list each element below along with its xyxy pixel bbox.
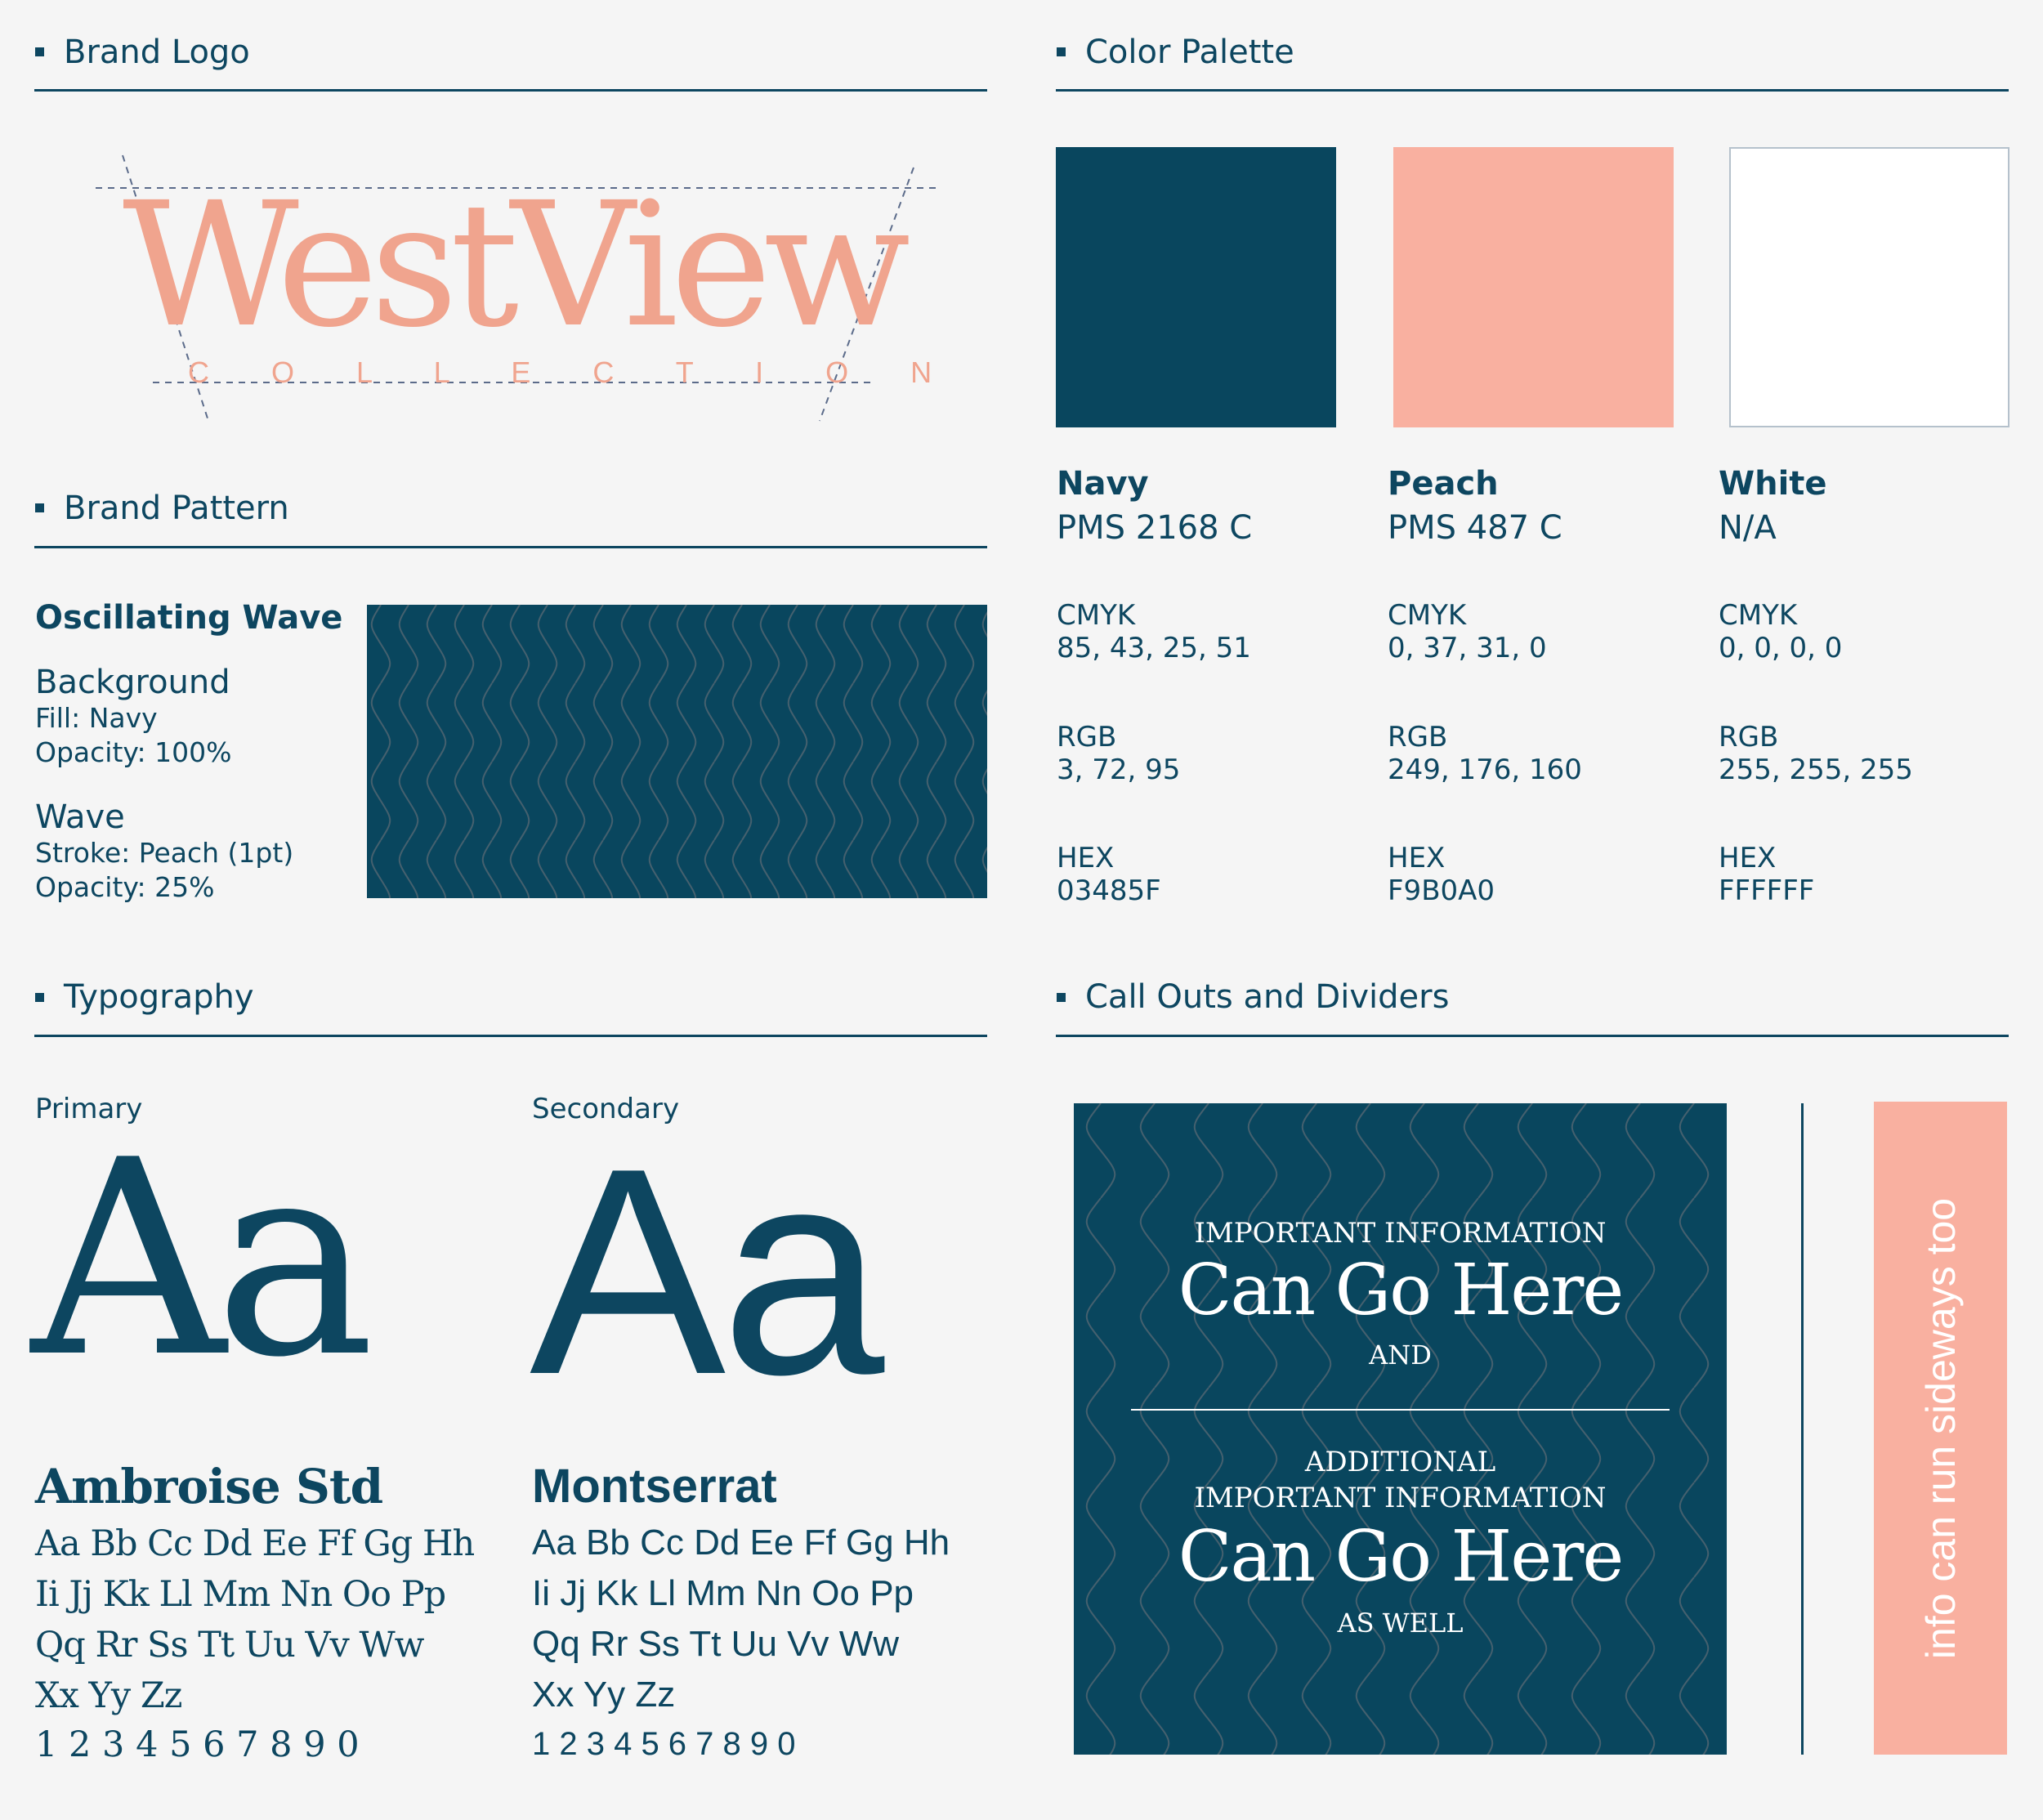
- primary-glyph-row: Xx Yy Zz: [35, 1675, 182, 1716]
- callout-as-well: AS WELL: [1337, 1608, 1464, 1639]
- primary-glyph-row: Aa Bb Cc Dd Ee Ff Gg Hh: [35, 1523, 475, 1564]
- logo-subline: C O L L E C T I O N: [188, 356, 959, 389]
- section-bullet-icon: [35, 503, 44, 512]
- pattern-background-title: Background: [35, 664, 230, 701]
- rgb-label: RGB: [1719, 721, 1779, 753]
- rgb-value: 249, 176, 160: [1388, 753, 1582, 786]
- section-bullet-icon: [35, 993, 44, 1002]
- cmyk-label: CMYK: [1719, 599, 1798, 632]
- vertical-divider: [1801, 1103, 1804, 1755]
- callout-wave-background: [1074, 1103, 1727, 1755]
- primary-font-name: Ambroise Std: [35, 1459, 383, 1514]
- typography-rule: [34, 1035, 987, 1037]
- color-name: Peach: [1388, 465, 1499, 503]
- primary-glyph-row: Qq Rr Ss Tt Uu Vv Ww: [35, 1625, 424, 1666]
- hex-label: HEX: [1057, 842, 1115, 874]
- pattern-wave-opacity: Opacity: 25%: [35, 871, 215, 903]
- color-pms: PMS 487 C: [1388, 509, 1562, 547]
- callout-big2: Can Go Here: [1178, 1516, 1625, 1598]
- hex-value: F9B0A0: [1388, 874, 1495, 907]
- rgb-label: RGB: [1057, 721, 1117, 753]
- cmyk-value: 85, 43, 25, 51: [1057, 632, 1251, 664]
- cmyk-label: CMYK: [1388, 599, 1467, 632]
- primary-sample: Aa: [31, 1102, 375, 1416]
- sideways-callout: info can run sideways too: [1874, 1102, 2007, 1755]
- color-palette-title: Color Palette: [1085, 34, 1294, 71]
- secondary-glyph-row: 1 2 3 4 5 6 7 8 9 0: [532, 1726, 796, 1762]
- color-palette-rule: [1056, 89, 2009, 92]
- callout-divider: [1131, 1409, 1670, 1411]
- cmyk-value: 0, 37, 31, 0: [1388, 632, 1547, 664]
- pattern-name: Oscillating Wave: [35, 599, 343, 637]
- secondary-glyph-row: Qq Rr Ss Tt Uu Vv Ww: [532, 1624, 900, 1664]
- callout-line1: IMPORTANT INFORMATION: [1194, 1217, 1607, 1250]
- cmyk-label: CMYK: [1057, 599, 1136, 632]
- color-name: White: [1719, 465, 1827, 503]
- rgb-value: 3, 72, 95: [1057, 753, 1181, 786]
- callout-line2: ADDITIONAL: [1304, 1446, 1496, 1478]
- pattern-background-opacity: Opacity: 100%: [35, 736, 232, 768]
- callout-line3: IMPORTANT INFORMATION: [1194, 1482, 1607, 1514]
- cmyk-value: 0, 0, 0, 0: [1719, 632, 1843, 664]
- pattern-wave-title: Wave: [35, 798, 125, 836]
- rgb-label: RGB: [1388, 721, 1448, 753]
- wave-pattern-sample: [367, 605, 987, 898]
- secondary-sample: Aa: [530, 1107, 884, 1436]
- pattern-wave-stroke: Stroke: Peach (1pt): [35, 837, 294, 869]
- swatch-navy: [1056, 147, 1336, 427]
- logo-wordmark: WestView: [123, 165, 910, 365]
- callout-and: AND: [1369, 1339, 1432, 1371]
- primary-glyph-row: Ii Jj Kk Ll Mm Nn Oo Pp: [35, 1574, 446, 1615]
- typography-title: Typography: [64, 978, 254, 1016]
- rgb-value: 255, 255, 255: [1719, 753, 1913, 786]
- callouts-rule: [1056, 1035, 2009, 1037]
- brand-logo-rule: [34, 89, 987, 92]
- hex-value: FFFFFF: [1719, 874, 1815, 907]
- pattern-background-fill: Fill: Navy: [35, 702, 158, 734]
- brand-logo: WestView C O L L E C T I O N: [82, 139, 964, 433]
- callout-big1: Can Go Here: [1178, 1250, 1625, 1331]
- callouts-title: Call Outs and Dividers: [1085, 978, 1450, 1016]
- hex-value: 03485F: [1057, 874, 1161, 907]
- secondary-glyph-row: Xx Yy Zz: [532, 1675, 676, 1715]
- section-bullet-icon: [35, 47, 44, 56]
- callout-box: IMPORTANT INFORMATION Can Go Here AND AD…: [1074, 1103, 1727, 1755]
- secondary-glyph-row: Aa Bb Cc Dd Ee Ff Gg Hh: [532, 1523, 950, 1563]
- section-bullet-icon: [1057, 993, 1066, 1002]
- secondary-glyph-row: Ii Jj Kk Ll Mm Nn Oo Pp: [532, 1573, 914, 1613]
- sideways-text: info can run sideways too: [1917, 1197, 1964, 1659]
- brand-pattern-rule: [34, 546, 987, 548]
- hex-label: HEX: [1719, 842, 1777, 874]
- swatch-white: [1729, 147, 2009, 427]
- secondary-font-name: Montserrat: [532, 1460, 777, 1513]
- swatch-peach: [1393, 147, 1674, 427]
- brand-pattern-title: Brand Pattern: [64, 490, 289, 527]
- hex-label: HEX: [1388, 842, 1446, 874]
- section-bullet-icon: [1057, 47, 1066, 56]
- primary-glyph-row: 1 2 3 4 5 6 7 8 9 0: [35, 1724, 360, 1765]
- brand-logo-title: Brand Logo: [64, 34, 250, 71]
- color-pms: PMS 2168 C: [1057, 509, 1253, 547]
- color-pms: N/A: [1719, 509, 1777, 547]
- color-name: Navy: [1057, 465, 1149, 503]
